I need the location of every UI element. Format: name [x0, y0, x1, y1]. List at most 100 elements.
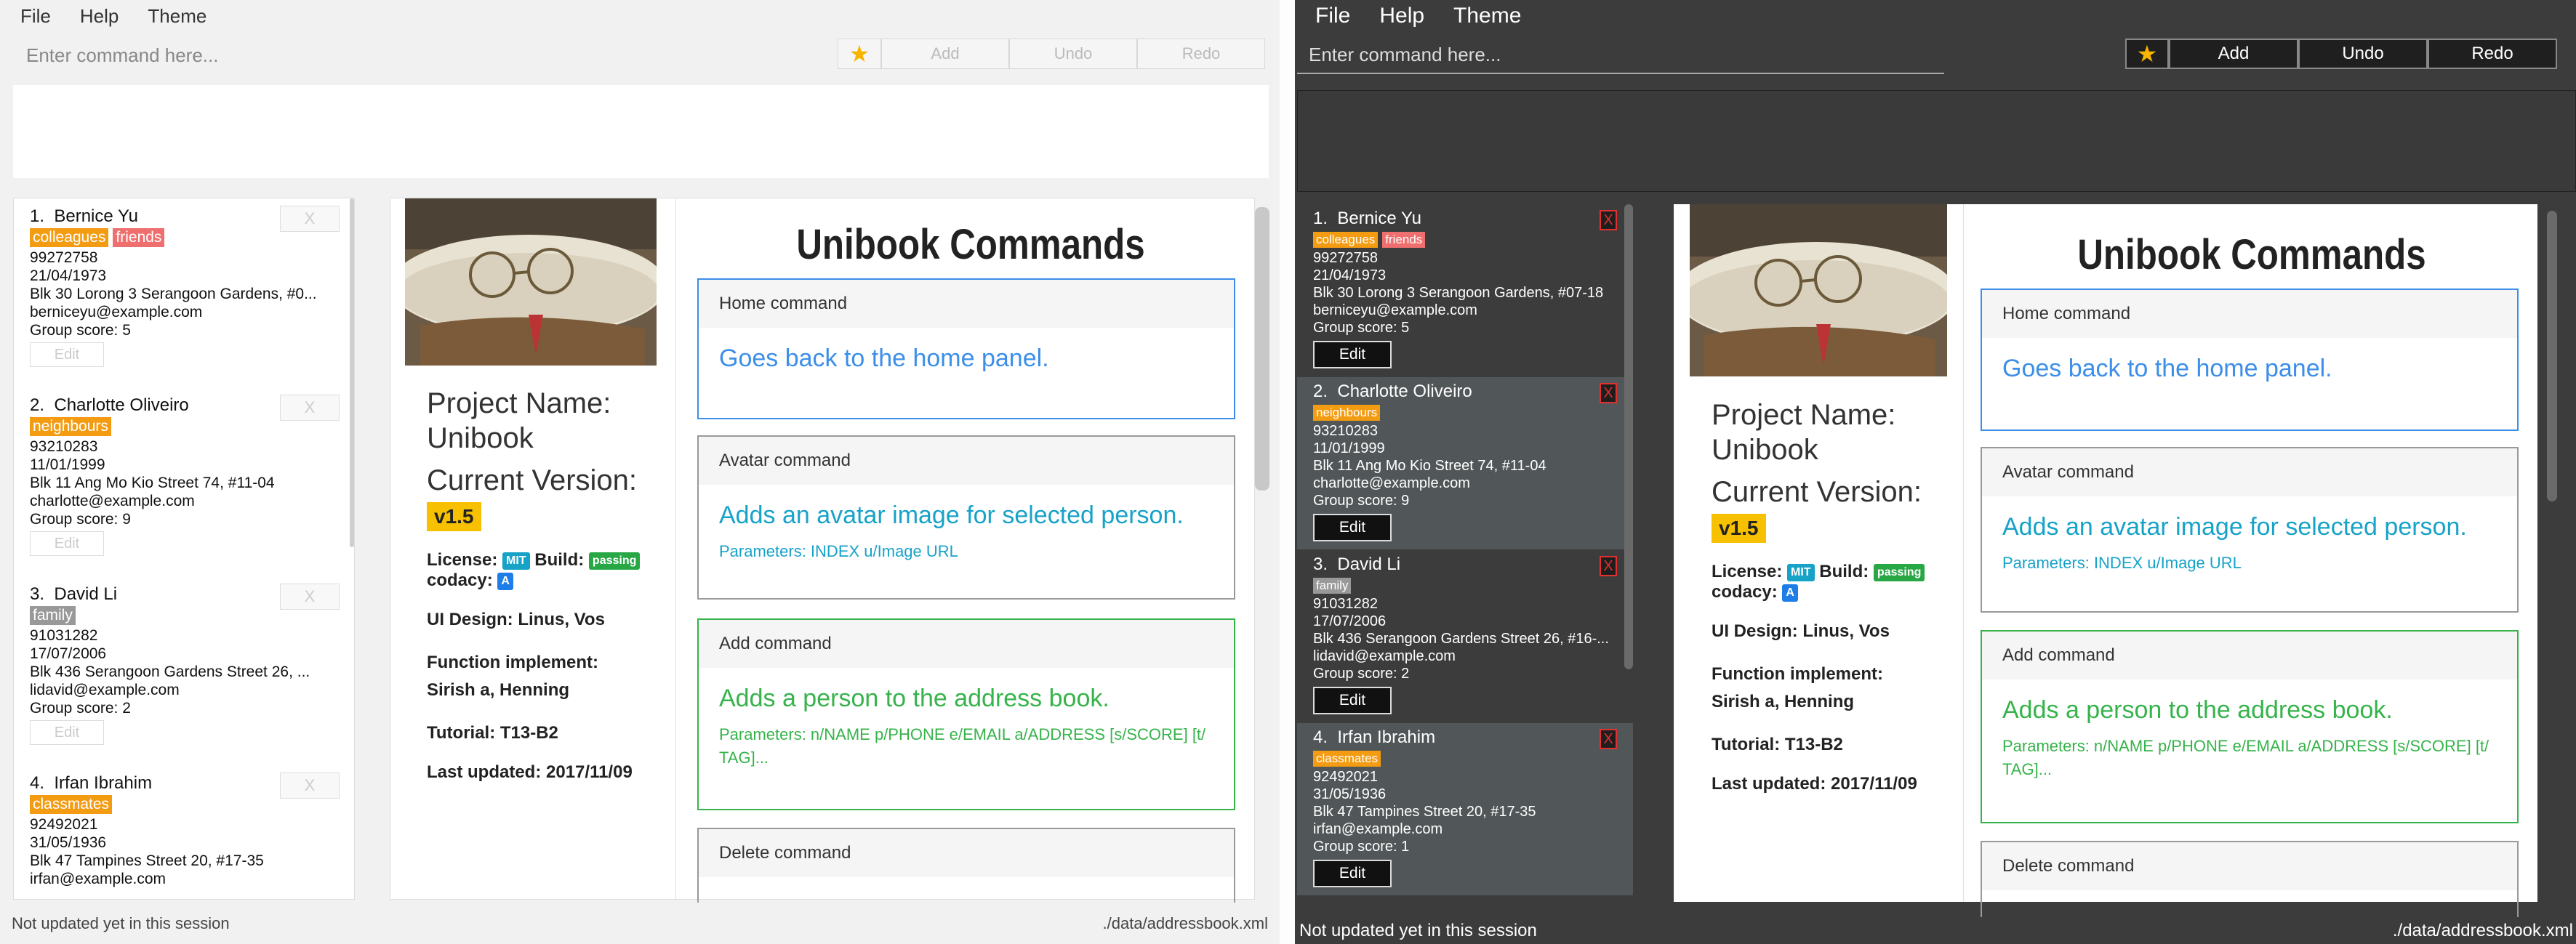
- phone: 99272758: [1313, 250, 1378, 266]
- email: charlotte@example.com: [1313, 475, 1470, 491]
- command-title: Avatar command: [699, 437, 1234, 485]
- menu-theme[interactable]: Theme: [1439, 4, 1536, 28]
- command-params: Parameters: INDEX u/Image URL: [719, 542, 958, 560]
- command-card-home: Home command Goes back to the home panel…: [697, 278, 1235, 419]
- command-desc: Goes back to the home panel.: [2002, 355, 2332, 382]
- person-list[interactable]: X 1. Bernice Yu colleagues friends 992727…: [13, 198, 355, 900]
- version-badge: v1.5: [427, 502, 481, 531]
- delete-button[interactable]: X: [1600, 729, 1617, 749]
- command-title: Delete command: [1982, 842, 2517, 890]
- delete-button[interactable]: X: [280, 772, 340, 799]
- add-button[interactable]: Add: [881, 39, 1009, 69]
- command-desc: Adds an avatar image for selected person…: [2002, 513, 2467, 541]
- command-params: Parameters: n/NAME p/PHONE e/EMAIL a/ADD…: [719, 725, 1206, 767]
- edit-button[interactable]: Edit: [1313, 341, 1392, 368]
- person-card[interactable]: X 1. Bernice Yu colleagues friends 992727…: [14, 198, 354, 387]
- result-display: [13, 85, 1269, 178]
- delete-button[interactable]: X: [1600, 210, 1617, 230]
- edit-button[interactable]: Edit: [1313, 860, 1392, 887]
- person-card[interactable]: X 1. Bernice Yu colleagues friends 992727…: [1297, 204, 1633, 376]
- edit-button[interactable]: Edit: [1313, 687, 1392, 714]
- ui-design: UI Design: Linus, Vos: [1712, 621, 1890, 641]
- edit-button[interactable]: Edit: [1313, 514, 1392, 541]
- menu-help[interactable]: Help: [65, 5, 133, 28]
- list-scrollbar[interactable]: [350, 198, 354, 547]
- redo-button[interactable]: Redo: [2428, 39, 2557, 69]
- menu-theme[interactable]: Theme: [133, 5, 221, 28]
- group-score: Group score: 9: [1313, 493, 1410, 509]
- last-updated: Last updated: 2017/11/09: [427, 762, 633, 782]
- star-icon: ★: [2136, 41, 2158, 67]
- person-list[interactable]: X 1. Bernice Yu colleagues friends 992727…: [1297, 204, 1633, 900]
- tutorial: Tutorial: T13-B2: [1712, 735, 1843, 754]
- panel-scrollbar[interactable]: [1255, 207, 1269, 491]
- command-desc: Adds a person to the address book.: [719, 685, 1110, 712]
- tag: friends: [1382, 232, 1426, 248]
- delete-button[interactable]: X: [1600, 556, 1617, 576]
- menu-file[interactable]: File: [6, 5, 65, 28]
- save-location: ./data/addressbook.xml: [1102, 913, 1268, 932]
- book-image: [405, 198, 657, 366]
- email: irfan@example.com: [30, 871, 166, 887]
- tag-list: neighbours: [1313, 403, 1617, 421]
- command-input[interactable]: [1297, 36, 1944, 74]
- command-title: Add command: [1982, 632, 2517, 679]
- address: Blk 47 Tampines Street 20, #17-35: [1313, 804, 1536, 820]
- email: berniceyu@example.com: [30, 304, 203, 320]
- command-card-avatar: Avatar command Adds an avatar image for …: [697, 435, 1235, 600]
- undo-button[interactable]: Undo: [1009, 39, 1137, 69]
- result-display: [1297, 90, 2576, 192]
- favorite-button[interactable]: ★: [838, 39, 881, 69]
- phone: 91031282: [1313, 596, 1378, 612]
- birthday: 21/04/1973: [1313, 267, 1387, 283]
- tag: family: [1313, 578, 1352, 594]
- sync-status: Not updated yet in this session: [12, 913, 230, 932]
- favorite-button[interactable]: ★: [2125, 39, 2169, 69]
- delete-button[interactable]: X: [280, 395, 340, 421]
- list-scrollbar[interactable]: [1624, 204, 1633, 669]
- phone: 92492021: [1313, 769, 1378, 785]
- person-card[interactable]: X 4. Irfan Ibrahim classmates 92492021 3…: [1297, 723, 1633, 895]
- save-location: ./data/addressbook.xml: [2392, 920, 2573, 940]
- current-version-label: Current Version:: [1712, 476, 1922, 508]
- menu-help[interactable]: Help: [1365, 4, 1439, 28]
- command-input[interactable]: [15, 38, 829, 73]
- tag-list: family: [1313, 576, 1617, 594]
- edit-button[interactable]: Edit: [30, 531, 104, 556]
- person-card[interactable]: X 2. Charlotte Oliveiro neighbours 93210…: [1297, 377, 1633, 549]
- edit-button[interactable]: Edit: [30, 342, 104, 367]
- birthday: 17/07/2006: [30, 645, 107, 662]
- delete-button[interactable]: X: [280, 584, 340, 610]
- version-badge: v1.5: [1712, 514, 1766, 543]
- command-bar: ★ Add Undo Redo: [1295, 32, 2576, 80]
- birthday: 31/05/1936: [30, 834, 107, 851]
- divider: [675, 198, 676, 900]
- window-gap: [1280, 0, 1295, 944]
- book-image: [1690, 204, 1947, 376]
- browser-panel: Project Name: Unibook Current Version: v…: [1674, 204, 2537, 943]
- person-card[interactable]: X 4. Irfan Ibrahim classmates 92492021 3…: [14, 765, 354, 899]
- person-card[interactable]: X 3. David Li family 91031282 17/07/2006…: [14, 576, 354, 765]
- tag: family: [30, 606, 76, 625]
- phone: 93210283: [1313, 423, 1378, 439]
- delete-button[interactable]: X: [1600, 383, 1617, 403]
- edit-button[interactable]: Edit: [30, 720, 104, 745]
- add-button[interactable]: Add: [2169, 39, 2298, 69]
- address: Blk 436 Serangoon Gardens Street 26, #16…: [1313, 631, 1609, 647]
- tag-list: colleagues friends: [1313, 230, 1617, 248]
- menu-file[interactable]: File: [1301, 4, 1365, 28]
- menu-bar: File Help Theme: [0, 0, 1280, 32]
- command-desc: Adds a person to the address book.: [2002, 696, 2393, 724]
- person-card[interactable]: X 2. Charlotte Oliveiro neighbours 93210…: [14, 387, 354, 576]
- redo-button[interactable]: Redo: [1137, 39, 1265, 69]
- address: Blk 47 Tampines Street 20, #17-35: [30, 852, 264, 869]
- command-card-add: Add command Adds a person to the address…: [697, 618, 1235, 810]
- delete-button[interactable]: X: [280, 206, 340, 232]
- tag-list: classmates: [1313, 749, 1617, 767]
- command-title: Home command: [699, 280, 1234, 328]
- person-card[interactable]: X 3. David Li family 91031282 17/07/2006…: [1297, 550, 1633, 722]
- current-version-label: Current Version:: [427, 464, 638, 496]
- phone: 92492021: [30, 816, 98, 833]
- panel-scrollbar[interactable]: [2547, 211, 2557, 501]
- undo-button[interactable]: Undo: [2298, 39, 2428, 69]
